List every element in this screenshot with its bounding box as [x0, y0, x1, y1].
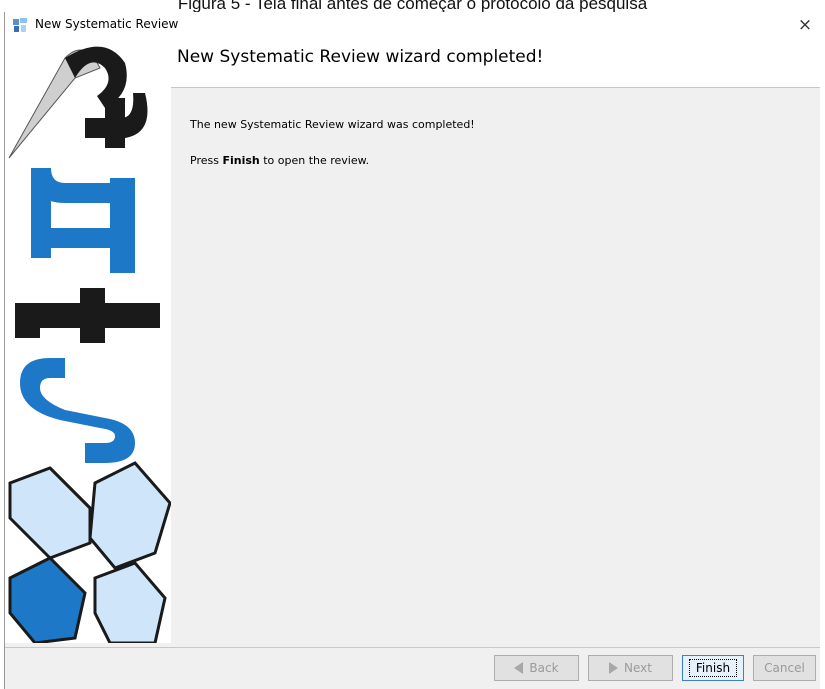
close-button[interactable]: × [792, 14, 818, 36]
cancel-button-label: Cancel [764, 661, 805, 675]
next-button-label: Next [624, 661, 652, 675]
chevron-right-icon [609, 662, 619, 674]
back-button[interactable]: Back [494, 655, 579, 681]
title-bar: New Systematic Review × [5, 12, 820, 38]
start-logo-panel [5, 38, 172, 645]
instruction-message: Press Finish to open the review. [190, 154, 369, 167]
page-title: New Systematic Review wizard completed! [177, 47, 544, 67]
close-icon: × [797, 15, 813, 35]
instruction-suffix: to open the review. [259, 154, 370, 167]
cancel-button[interactable]: Cancel [753, 655, 816, 681]
start-logo [8, 46, 172, 645]
chevron-left-icon [514, 662, 524, 674]
wizard-header: New Systematic Review wizard completed! [171, 38, 820, 88]
finish-button-label: Finish [688, 659, 738, 677]
instruction-finish-word: Finish [222, 154, 260, 167]
app-icon [13, 18, 27, 32]
wizard-window: New Systematic Review × New Systematic R… [4, 12, 820, 689]
button-separator [5, 647, 820, 648]
completion-message: The new Systematic Review wizard was com… [190, 118, 475, 131]
back-button-label: Back [529, 661, 559, 675]
window-title: New Systematic Review [35, 17, 179, 31]
finish-button[interactable]: Finish [682, 655, 744, 681]
instruction-prefix: Press [190, 154, 223, 167]
next-button[interactable]: Next [588, 655, 673, 681]
figure-caption: Figura 5 - Tela final antes de começar o… [177, 0, 648, 12]
